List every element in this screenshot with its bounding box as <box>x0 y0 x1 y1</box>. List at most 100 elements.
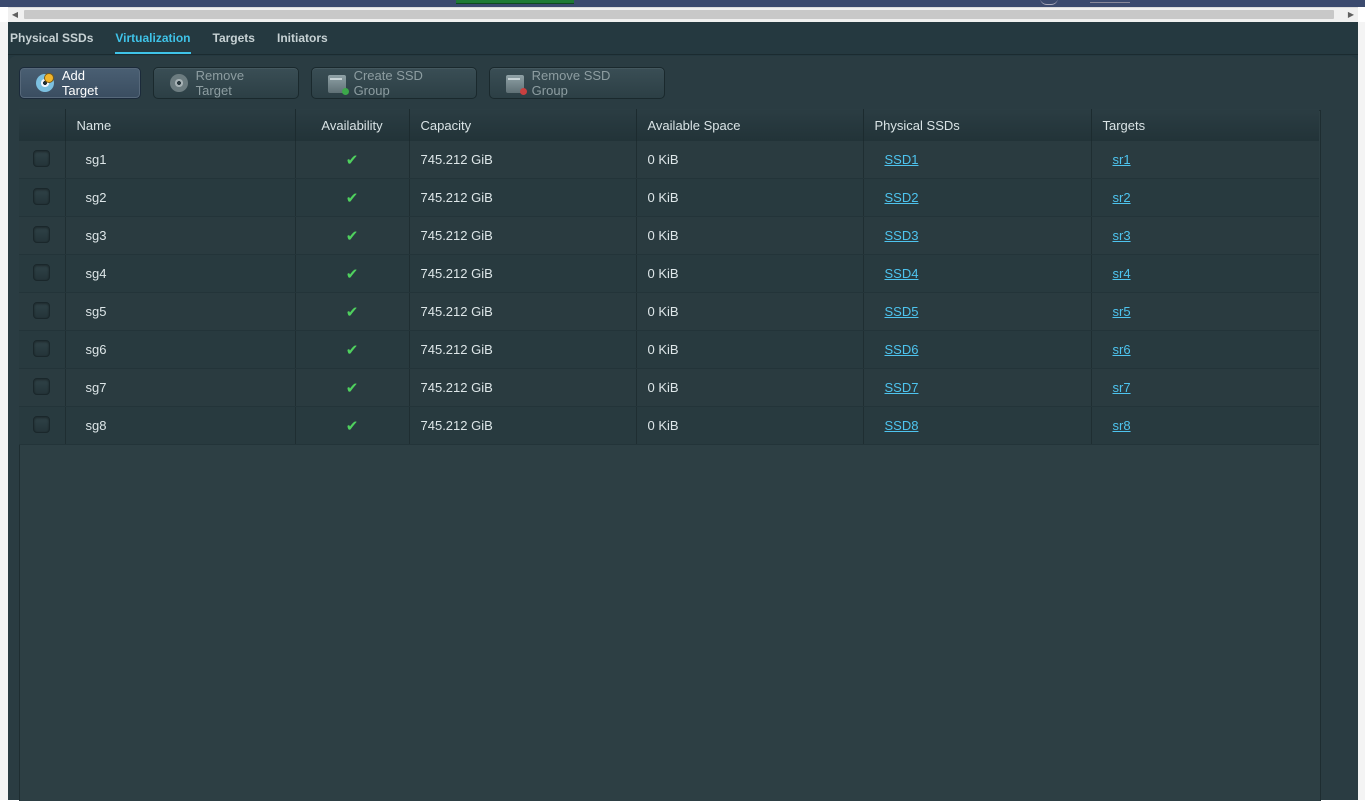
row-checkbox[interactable] <box>33 263 51 281</box>
window-frame-right <box>1358 22 1365 800</box>
row-checkbox[interactable] <box>33 301 51 319</box>
physical-ssd-link[interactable]: SSD3 <box>885 228 919 243</box>
tab-initiators[interactable]: Initiators <box>277 30 328 54</box>
table-row[interactable]: sg7 ✔ 745.212 GiB 0 KiB SSD7 sr7 <box>19 368 1319 407</box>
physical-ssd-link[interactable]: SSD6 <box>885 342 919 357</box>
check-icon: ✔ <box>345 303 359 321</box>
physical-ssd-link[interactable]: SSD5 <box>885 304 919 319</box>
table-row[interactable]: sg5 ✔ 745.212 GiB 0 KiB SSD5 sr5 <box>19 292 1319 331</box>
physical-ssd-cell: SSD2 <box>863 178 1092 217</box>
scroll-left-arrow-icon[interactable]: ◀ <box>8 8 22 22</box>
column-header-capacity[interactable]: Capacity <box>409 109 637 141</box>
target-cell: sr2 <box>1091 178 1319 217</box>
physical-ssd-link[interactable]: SSD2 <box>885 190 919 205</box>
capacity: 745.212 GiB <box>409 216 637 255</box>
check-icon: ✔ <box>345 151 359 169</box>
target-link[interactable]: sr2 <box>1113 190 1131 205</box>
availability-cell: ✔ <box>295 292 410 331</box>
select-column-header <box>19 109 66 141</box>
tab-virtualization[interactable]: Virtualization <box>115 30 191 54</box>
column-header-available-space[interactable]: Available Space <box>636 109 864 141</box>
target-link[interactable]: sr7 <box>1113 380 1131 395</box>
row-select-cell <box>19 254 66 293</box>
group-name: sg7 <box>65 368 296 407</box>
check-icon: ✔ <box>345 341 359 359</box>
create-ssd-group-button[interactable]: Create SSD Group <box>311 67 477 99</box>
drive-remove-icon <box>506 75 527 95</box>
physical-ssd-link[interactable]: SSD1 <box>885 152 919 167</box>
remove-ssd-group-button[interactable]: Remove SSD Group <box>489 67 665 99</box>
row-select-cell <box>19 368 66 407</box>
check-icon: ✔ <box>345 227 359 245</box>
availability-cell: ✔ <box>295 254 410 293</box>
table-row[interactable]: sg2 ✔ 745.212 GiB 0 KiB SSD2 sr2 <box>19 178 1319 217</box>
group-name: sg8 <box>65 406 296 445</box>
table-row[interactable]: sg6 ✔ 745.212 GiB 0 KiB SSD6 sr6 <box>19 330 1319 369</box>
tab-physical-ssds[interactable]: Physical SSDs <box>10 30 93 54</box>
banner-mark <box>1040 0 1058 5</box>
available-space: 0 KiB <box>636 406 864 445</box>
physical-ssd-link[interactable]: SSD7 <box>885 380 919 395</box>
target-link[interactable]: sr8 <box>1113 418 1131 433</box>
group-name: sg1 <box>65 141 296 179</box>
available-space: 0 KiB <box>636 254 864 293</box>
capacity: 745.212 GiB <box>409 330 637 369</box>
column-header-availability[interactable]: Availability <box>295 109 410 141</box>
row-select-cell <box>19 141 66 179</box>
physical-ssd-cell: SSD4 <box>863 254 1092 293</box>
physical-ssd-cell: SSD5 <box>863 292 1092 331</box>
column-header-physical-ssds[interactable]: Physical SSDs <box>863 109 1092 141</box>
toolbar: Add Target Remove Target Create SSD Grou… <box>19 67 677 99</box>
row-checkbox[interactable] <box>33 339 51 357</box>
scrollbar-thumb[interactable] <box>24 10 1334 19</box>
target-link[interactable]: sr3 <box>1113 228 1131 243</box>
row-select-cell <box>19 216 66 255</box>
group-name: sg5 <box>65 292 296 331</box>
table-row[interactable]: sg4 ✔ 745.212 GiB 0 KiB SSD4 sr4 <box>19 254 1319 293</box>
top-banner <box>0 0 1365 7</box>
add-target-button[interactable]: Add Target <box>19 67 141 99</box>
physical-ssd-link[interactable]: SSD8 <box>885 418 919 433</box>
row-checkbox[interactable] <box>33 187 51 205</box>
remove-target-button[interactable]: Remove Target <box>153 67 299 99</box>
availability-cell: ✔ <box>295 406 410 445</box>
table-row[interactable]: sg3 ✔ 745.212 GiB 0 KiB SSD3 sr3 <box>19 216 1319 255</box>
capacity: 745.212 GiB <box>409 141 637 179</box>
physical-ssd-cell: SSD6 <box>863 330 1092 369</box>
row-checkbox[interactable] <box>33 149 51 167</box>
remove-target-label: Remove Target <box>195 68 245 98</box>
availability-cell: ✔ <box>295 178 410 217</box>
column-header-name[interactable]: Name <box>65 109 296 141</box>
physical-ssd-cell: SSD8 <box>863 406 1092 445</box>
ssd-group-table: Name Availability Capacity Available Spa… <box>19 109 1319 445</box>
target-cell: sr3 <box>1091 216 1319 255</box>
capacity: 745.212 GiB <box>409 254 637 293</box>
group-name: sg6 <box>65 330 296 369</box>
column-header-targets[interactable]: Targets <box>1091 109 1319 141</box>
row-checkbox[interactable] <box>33 415 51 433</box>
tab-bar: Physical SSDs Virtualization Targets Ini… <box>10 30 350 54</box>
create-ssd-group-label: Create SSD Group <box>353 68 423 98</box>
row-select-cell <box>19 178 66 217</box>
availability-cell: ✔ <box>295 330 410 369</box>
availability-cell: ✔ <box>295 368 410 407</box>
banner-logo <box>456 0 574 4</box>
row-checkbox[interactable] <box>33 225 51 243</box>
tab-targets[interactable]: Targets <box>213 30 255 54</box>
target-link[interactable]: sr4 <box>1113 266 1131 281</box>
target-link[interactable]: sr6 <box>1113 342 1131 357</box>
horizontal-scrollbar[interactable]: ◀ ▶ <box>8 7 1358 23</box>
table-header-row: Name Availability Capacity Available Spa… <box>19 109 1319 141</box>
scroll-right-arrow-icon[interactable]: ▶ <box>1344 8 1358 22</box>
table-row[interactable]: sg8 ✔ 745.212 GiB 0 KiB SSD8 sr8 <box>19 406 1319 445</box>
group-name: sg3 <box>65 216 296 255</box>
target-link[interactable]: sr1 <box>1113 152 1131 167</box>
capacity: 745.212 GiB <box>409 292 637 331</box>
physical-ssd-link[interactable]: SSD4 <box>885 266 919 281</box>
table-row[interactable]: sg1 ✔ 745.212 GiB 0 KiB SSD1 sr1 <box>19 141 1319 179</box>
available-space: 0 KiB <box>636 216 864 255</box>
target-link[interactable]: sr5 <box>1113 304 1131 319</box>
capacity: 745.212 GiB <box>409 368 637 407</box>
check-icon: ✔ <box>345 379 359 397</box>
row-checkbox[interactable] <box>33 377 51 395</box>
